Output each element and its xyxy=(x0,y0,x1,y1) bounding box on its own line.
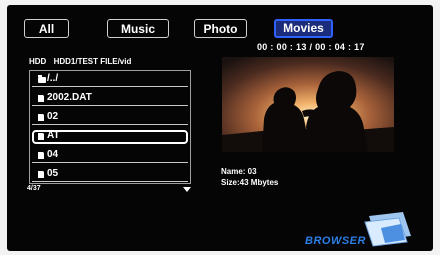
time-separator: / xyxy=(309,42,313,52)
list-item-label: 2002.DAT xyxy=(47,92,92,103)
device-label: HDD xyxy=(29,57,47,66)
file-icon xyxy=(38,132,45,140)
list-item-selected[interactable]: AT xyxy=(32,130,188,144)
file-icon xyxy=(38,170,45,178)
tab-photo[interactable]: Photo xyxy=(194,19,247,38)
list-item-label: /../ xyxy=(47,73,59,84)
list-item[interactable]: 04 xyxy=(32,149,188,163)
media-browser-screen: All Music Photo Movies 00 : 00 : 13 / 00… xyxy=(7,5,433,251)
file-list: /../ 2002.DAT 02 AT 04 05 xyxy=(29,70,191,184)
list-position-counter: 4/37 xyxy=(27,185,41,192)
list-item-label: 05 xyxy=(47,168,59,179)
list-item[interactable]: 05 xyxy=(32,168,188,182)
tab-music[interactable]: Music xyxy=(107,19,169,38)
list-item-label: 02 xyxy=(47,111,59,122)
video-preview-thumbnail xyxy=(222,57,394,152)
total-time: 00 : 04 : 17 xyxy=(315,42,365,52)
folder-icon xyxy=(38,75,46,83)
path-label: HDD1/TEST FILE/vid xyxy=(53,57,132,66)
file-size-info: Size:43 Mbytes xyxy=(221,178,279,187)
playback-timer: 00 : 00 : 13 / 00 : 04 : 17 xyxy=(257,42,365,52)
list-item[interactable]: 02 xyxy=(32,111,188,125)
list-item-label: AT xyxy=(47,130,60,141)
tab-movies[interactable]: Movies xyxy=(274,19,333,38)
tab-all[interactable]: All xyxy=(24,19,69,38)
file-name-info: Name: 03 xyxy=(221,167,257,176)
file-icon xyxy=(38,94,45,102)
browser-logo-text: BROWSER xyxy=(305,235,366,247)
file-icon xyxy=(38,113,45,121)
list-item-parent-folder[interactable]: /../ xyxy=(32,73,188,87)
list-item[interactable]: 2002.DAT xyxy=(32,92,188,106)
scroll-down-arrow-icon[interactable] xyxy=(183,187,191,192)
elapsed-time: 00 : 00 : 13 xyxy=(257,42,307,52)
breadcrumb: HDD HDD1/TEST FILE/vid xyxy=(29,57,131,66)
list-item-label: 04 xyxy=(47,149,59,160)
file-icon xyxy=(38,151,45,159)
